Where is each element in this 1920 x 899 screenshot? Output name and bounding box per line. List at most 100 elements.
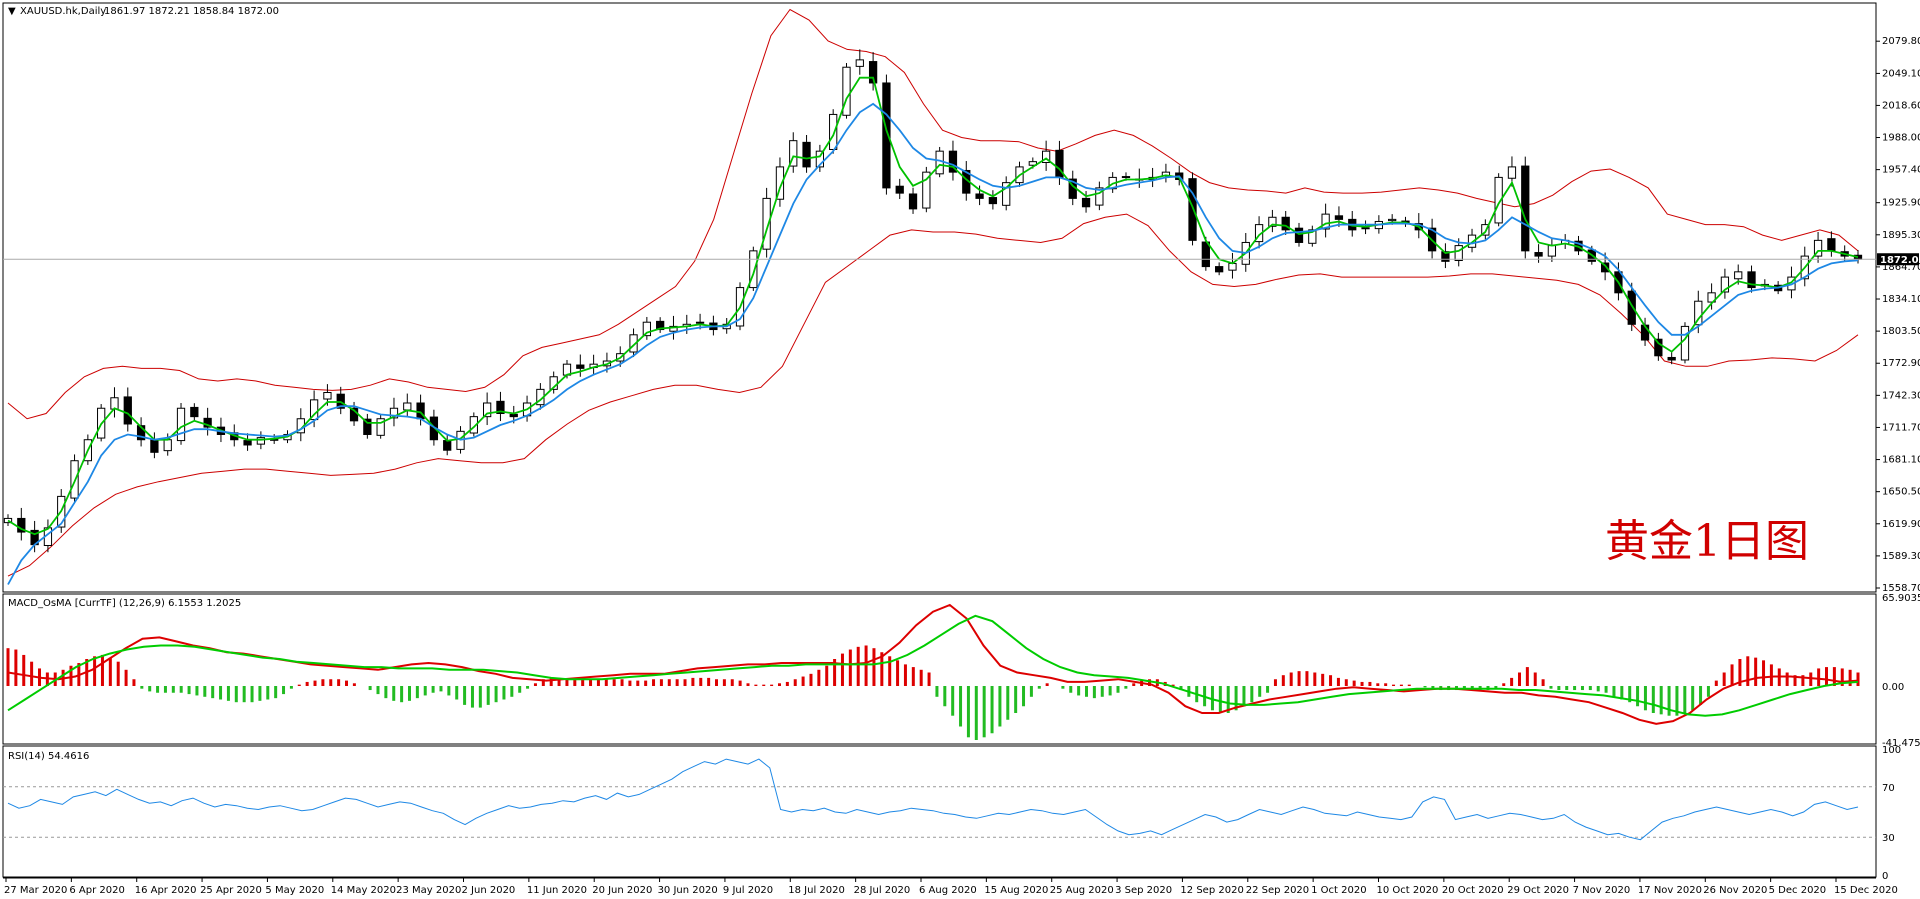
moving-averages <box>7 76 1859 585</box>
slow-ma-line <box>7 102 1859 585</box>
rsi-tick-label: 70 <box>1882 783 1895 794</box>
candle-bull <box>1361 227 1370 230</box>
candle-bull <box>163 439 172 452</box>
candle-bull <box>695 321 705 324</box>
macd-axis: 65.90350.00-41.475 <box>1882 593 1920 749</box>
fast-ma-line <box>7 76 1859 536</box>
macd-panel-frame <box>2 593 1877 745</box>
candle-bear <box>509 413 518 418</box>
candle-bull <box>829 113 838 150</box>
chart-canvas: ▼ XAUUSD.hk,Daily 1861.97 1872.21 1858.8… <box>2 2 1920 896</box>
candle-bear <box>1334 215 1344 220</box>
time-tick-label: 23 May 2020 <box>396 885 461 896</box>
time-tick-label: 25 Aug 2020 <box>1050 885 1114 896</box>
bollinger-lower <box>7 213 1859 577</box>
candle-bull <box>1507 166 1517 179</box>
candle-bear <box>150 439 159 453</box>
time-tick-label: 15 Aug 2020 <box>984 885 1048 896</box>
price-tick-label: 1681.10 <box>1882 455 1920 466</box>
time-tick-label: 12 Sep 2020 <box>1180 885 1243 896</box>
price-tick-label: 1619.90 <box>1882 519 1920 530</box>
rsi-tick-label: 0 <box>1882 871 1888 882</box>
candle-bear <box>1201 241 1210 268</box>
macd-tick-label: 0.00 <box>1882 682 1904 693</box>
time-tick-label: 9 Jul 2020 <box>723 885 773 896</box>
candle-bear <box>908 193 918 210</box>
price-tick-label: 1895.30 <box>1882 230 1920 241</box>
candle-bull <box>855 59 864 67</box>
rsi-line <box>7 758 1859 841</box>
price-tick-label: 1772.90 <box>1882 358 1920 369</box>
candle-bull <box>1547 245 1557 257</box>
main-panel-frame <box>2 2 1877 593</box>
rsi-axis: 100 70 30 0 <box>1882 745 1901 882</box>
time-tick-label: 1 Oct 2020 <box>1311 885 1366 896</box>
candle-bear <box>1627 290 1636 325</box>
candle-bull <box>1228 262 1237 271</box>
time-tick-label: 28 Jul 2020 <box>854 885 911 896</box>
candle-bull <box>323 392 332 400</box>
time-tick-label: 20 Jun 2020 <box>592 885 652 896</box>
rsi-title: RSI(14) 54.4616 <box>8 751 89 762</box>
time-tick-label: 5 Dec 2020 <box>1769 885 1827 896</box>
time-tick-label: 22 Sep 2020 <box>1246 885 1309 896</box>
time-tick-label: 5 May 2020 <box>265 885 324 896</box>
rsi-line <box>7 758 1859 841</box>
time-tick-label: 14 May 2020 <box>331 885 396 896</box>
current-price-tag: 1872.00 <box>1877 253 1920 266</box>
chart-annotation: 黄金1日图 <box>1605 516 1809 567</box>
candle-bear <box>1654 338 1663 357</box>
rsi-panel-frame <box>2 745 1877 878</box>
price-tick-label: 2018.60 <box>1882 100 1920 111</box>
price-axis: 2079.80 2049.10 2018.60 1988.00 1957.40 1925.… <box>1876 36 1920 594</box>
candle-bear <box>1294 227 1304 243</box>
candle-bull <box>176 407 186 442</box>
bollinger-upper <box>7 8 1859 420</box>
price-tick-label: 2049.10 <box>1882 68 1920 79</box>
candle-bull <box>1734 271 1743 280</box>
time-tick-label: 15 Dec 2020 <box>1834 885 1898 896</box>
price-tick-label: 2079.80 <box>1882 36 1920 47</box>
candle-bear <box>190 406 199 418</box>
time-tick-label: 30 Jun 2020 <box>658 885 718 896</box>
time-tick-label: 6 Aug 2020 <box>919 885 977 896</box>
time-tick-label: 10 Oct 2020 <box>1377 885 1439 896</box>
candle-bull <box>1388 218 1397 222</box>
macd-tick-label: 65.9035 <box>1882 593 1920 604</box>
time-tick-label: 6 Apr 2020 <box>69 885 124 896</box>
time-axis: 27 Mar 2020 6 Apr 2020 16 Apr 2020 25 Apr 2… <box>4 878 1898 896</box>
candle-bear <box>1534 252 1543 257</box>
candle-bull <box>1694 300 1703 326</box>
candle-bear <box>802 141 811 168</box>
price-tick-label: 1589.30 <box>1882 551 1920 562</box>
candle-bull <box>1680 325 1690 361</box>
macd-lines <box>7 603 1859 725</box>
price-tick-label: 1803.50 <box>1882 326 1920 337</box>
macd-title: MACD_OsMA [CurrTF] (12,26,9) 6.1553 1.20… <box>8 598 241 609</box>
time-tick-label: 2 Jun 2020 <box>462 885 516 896</box>
candle-bear <box>1667 356 1676 361</box>
time-tick-label: 11 Jun 2020 <box>527 885 587 896</box>
candles <box>3 49 1863 553</box>
price-tick-label: 1650.50 <box>1882 487 1920 498</box>
candle-bull <box>403 402 412 411</box>
candle-bear <box>988 197 998 205</box>
candle-bull <box>256 437 266 445</box>
price-tick-label: 1742.30 <box>1882 390 1920 401</box>
candle-bear <box>1188 178 1197 241</box>
symbol-title: XAUUSD.hk,Daily <box>20 6 106 17</box>
candle-bear <box>1827 238 1836 252</box>
candle-bear <box>123 396 132 425</box>
candle-bull <box>1454 245 1463 262</box>
current-price-tag-text: 1872.00 <box>1880 255 1920 266</box>
candle-bear <box>895 185 904 194</box>
price-tick-label: 1834.10 <box>1882 294 1920 305</box>
time-tick-label: 7 Nov 2020 <box>1573 885 1631 896</box>
candle-bear <box>975 193 984 199</box>
price-tick-label: 1925.90 <box>1882 198 1920 209</box>
panel-frames <box>2 2 1877 879</box>
time-tick-label: 17 Nov 2020 <box>1638 885 1702 896</box>
macd-line <box>7 603 1859 725</box>
time-tick-label: 20 Oct 2020 <box>1442 885 1504 896</box>
rsi-tick-label: 30 <box>1882 833 1895 844</box>
